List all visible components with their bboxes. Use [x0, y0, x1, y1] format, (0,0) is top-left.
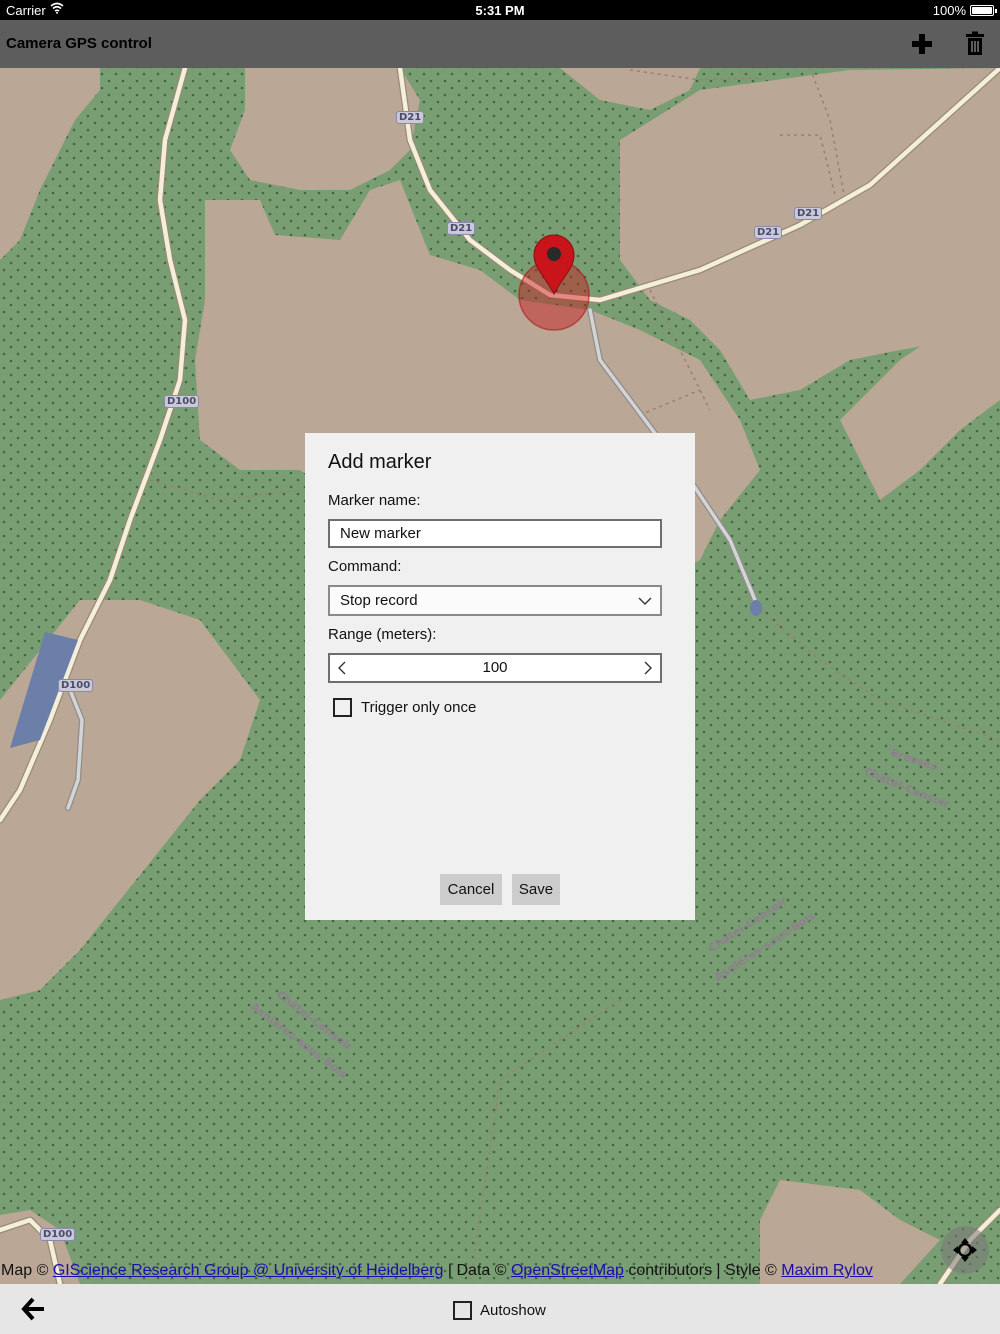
autoshow-label: Autoshow	[480, 1301, 546, 1319]
range-increment-button[interactable]	[636, 657, 658, 679]
road-label: D21	[794, 207, 823, 220]
maxim-rylov-link[interactable]: Maxim Rylov	[781, 1262, 873, 1279]
chevron-down-icon	[638, 597, 652, 605]
add-marker-dialog: Add marker Marker name: Command: Stop re…	[305, 433, 695, 920]
attribution-contrib-text: contributors | Style ©	[623, 1262, 782, 1279]
road-label: D100	[40, 1228, 76, 1241]
attribution-data-prefix: | Data ©	[443, 1262, 511, 1279]
range-label: Range (meters):	[328, 626, 437, 643]
arrow-left-icon	[21, 1297, 44, 1321]
locate-me-button[interactable]	[941, 1226, 989, 1274]
clock: 5:31 PM	[475, 3, 525, 18]
dialog-title: Add marker	[328, 451, 432, 473]
delete-button[interactable]	[960, 30, 990, 58]
map-attribution: Map © GIScience Research Group @ Univers…	[0, 1262, 1000, 1284]
road-label: D100	[58, 679, 94, 692]
marker-name-field[interactable]	[328, 519, 662, 548]
trigger-once-label: Trigger only once	[361, 699, 477, 716]
trigger-once-checkbox[interactable]: Trigger only once	[333, 698, 476, 717]
cancel-button[interactable]: Cancel	[440, 874, 502, 905]
command-select-value: Stop record	[340, 592, 418, 609]
chevron-right-icon	[644, 661, 652, 675]
app-bar: Camera GPS control	[0, 20, 1000, 68]
range-stepper: 100	[328, 653, 662, 683]
marker-name-label: Marker name:	[328, 492, 421, 509]
save-button[interactable]: Save	[512, 874, 560, 905]
giscience-link[interactable]: GIScience Research Group @ University of…	[53, 1262, 444, 1279]
road-label: D21	[396, 111, 425, 124]
add-marker-button[interactable]	[906, 30, 938, 58]
back-button[interactable]	[20, 1296, 48, 1322]
openstreetmap-link[interactable]: OpenStreetMap	[511, 1262, 624, 1279]
trash-icon	[966, 31, 984, 55]
autoshow-checkbox[interactable]: Autoshow	[453, 1300, 546, 1320]
battery-icon	[970, 5, 997, 16]
bottom-bar: Autoshow	[0, 1284, 1000, 1334]
range-value: 100	[482, 659, 508, 676]
crosshair-icon	[953, 1238, 977, 1262]
road-label: D21	[447, 222, 476, 235]
road-label: D100	[164, 395, 200, 408]
road-label: D21	[754, 226, 783, 239]
trigger-once-box	[333, 698, 352, 717]
plus-icon	[912, 34, 932, 54]
battery-percent: 100%	[932, 3, 966, 18]
command-select[interactable]: Stop record	[328, 585, 662, 616]
command-label: Command:	[328, 558, 402, 575]
status-bar: Carrier 5:31 PM 100%	[0, 0, 1000, 20]
page-title: Camera GPS control	[6, 35, 152, 52]
attribution-map-prefix: Map ©	[1, 1262, 53, 1279]
autoshow-box	[453, 1300, 472, 1320]
